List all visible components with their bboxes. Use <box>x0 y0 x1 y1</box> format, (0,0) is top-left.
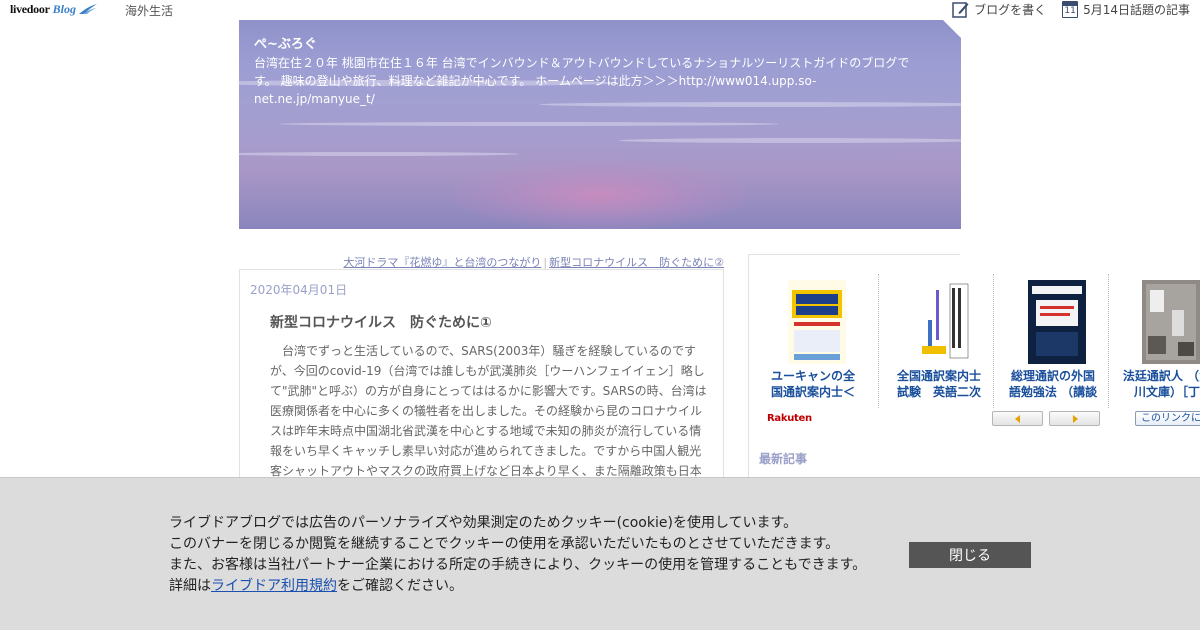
blog-description: 台湾在住２０年 桃園市在住１６年 台湾でインバウンド＆アウトバウンドしているナシ… <box>254 56 910 106</box>
book-item[interactable]: 総理通訳の外国 語勉強法 （講談 <box>996 274 1110 406</box>
write-blog-label: ブログを書く <box>974 3 1047 17</box>
pencil-note-icon <box>952 2 969 18</box>
article-title: 新型コロナウイルス 防ぐために① <box>270 315 492 331</box>
cookie-line: 詳細はライブドア利用規約をご確認ください。 <box>169 578 463 594</box>
book-title: 法廷通訳人 （角 川文庫）［丁 <box>1122 369 1200 399</box>
topic-articles-label: 5月14日話題の記事 <box>1083 3 1190 17</box>
book-cover-image <box>914 280 972 364</box>
logo-wing-icon <box>78 4 97 14</box>
nav-separator: | <box>543 256 548 269</box>
book-cover-image <box>1142 280 1200 364</box>
book-cover-image <box>788 280 846 364</box>
calendar-day: 11 <box>1064 6 1076 16</box>
about-this-link-button[interactable]: このリンクについて <box>1135 411 1200 426</box>
write-blog-link[interactable]: ブログを書く <box>952 1 1046 18</box>
calendar-icon: 11 <box>1062 1 1079 18</box>
cookie-line: ライブドアブログでは広告のパーソナライズや効果測定のためクッキー(cookie)… <box>169 515 798 531</box>
book-title: 総理通訳の外国 語勉強法 （講談 <box>1008 369 1098 399</box>
rakuten-book-widget: ユーキャンの全 国通訳案内士＜ 全国通訳案内士 試験 英語二次 総理通訳の外国 … <box>748 254 1200 434</box>
top-bar: livedoor Blog 海外生活 ブログを書く 11 5月14日話題の記事 <box>0 0 1200 20</box>
cookie-line: また、お客様は当社パートナー企業における所定の手続きにより、クッキーの使用を管理… <box>169 557 867 573</box>
topic-articles-link[interactable]: 11 5月14日話題の記事 <box>1062 1 1190 18</box>
next-arrow-button[interactable] <box>1049 411 1100 426</box>
top-right-links: ブログを書く 11 5月14日話題の記事 <box>936 1 1190 18</box>
rakuten-logo: Rakuten <box>767 413 812 424</box>
cookie-close-button[interactable]: 閉じる <box>909 542 1031 568</box>
article-date: 2020年04月01日 <box>250 283 348 297</box>
terms-of-use-link[interactable]: ライブドア利用規約 <box>211 578 337 594</box>
recent-articles-heading: 最新記事 <box>759 452 808 466</box>
book-title: 全国通訳案内士 試験 英語二次 <box>896 369 981 399</box>
book-item[interactable]: 法廷通訳人 （角 川文庫）［丁 <box>1110 274 1200 406</box>
book-cover-image <box>1028 280 1086 364</box>
cookie-consent-banner: ライブドアブログでは広告のパーソナライズや効果測定のためクッキー(cookie)… <box>0 477 1200 630</box>
category-link-overseas-life[interactable]: 海外生活 <box>125 2 173 19</box>
article: 2020年04月01日 新型コロナウイルス 防ぐために① 台湾でずっと生活してい… <box>239 269 724 489</box>
logo-livedoor-text: livedoor <box>10 1 50 16</box>
logo-blog-text: Blog <box>52 1 76 16</box>
cookie-notice-text: ライブドアブログでは広告のパーソナライズや効果測定のためクッキー(cookie)… <box>169 513 866 597</box>
arrow-right-icon <box>1072 414 1078 423</box>
livedoor-blog-logo[interactable]: livedoor Blog <box>10 1 98 17</box>
next-article-link[interactable]: 新型コロナウイルス 防ぐために② <box>549 256 724 269</box>
article-body: 台湾でずっと生活しているので、SARS(2003年）騒ぎを経験しているのですが、… <box>270 344 707 478</box>
arrow-left-icon <box>1014 414 1020 423</box>
blog-header-banner: ぺ~ぶろぐ 台湾在住２０年 桃園市在住１６年 台湾でインバウンド＆アウトバウンド… <box>239 20 961 229</box>
cookie-line: このバナーを閉じるか閲覧を継続することでクッキーの使用を承認いただいたものとさせ… <box>169 536 840 552</box>
article-navigation: 大河ドラマ『花燃ゆ』と台湾のつながり | 新型コロナウイルス 防ぐために② <box>239 254 724 270</box>
blog-title[interactable]: ぺ~ぶろぐ <box>254 33 317 52</box>
prev-article-link[interactable]: 大河ドラマ『花燃ゆ』と台湾のつながり <box>343 256 541 269</box>
prev-arrow-button[interactable] <box>992 411 1043 426</box>
book-title: ユーキャンの全 国通訳案内士＜ <box>770 369 855 399</box>
book-item[interactable]: ユーキャンの全 国通訳案内士＜ <box>756 274 870 406</box>
book-item[interactable]: 全国通訳案内士 試験 英語二次 <box>882 274 996 406</box>
